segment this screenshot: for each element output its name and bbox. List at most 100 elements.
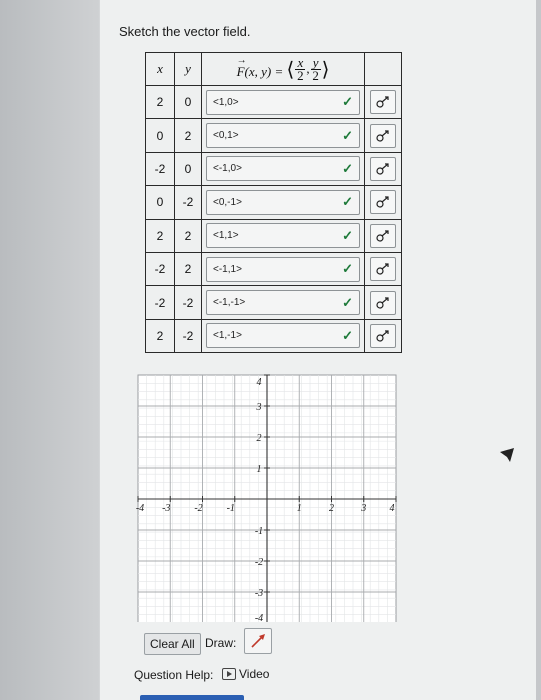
answer-value: <0,1> — [213, 130, 239, 142]
table-row: 2 -2 <1,-1> ✓ — [145, 318, 402, 354]
x-tick-label: -3 — [162, 503, 170, 514]
draw-arrow-icon — [251, 634, 265, 648]
y-tick-label: -3 — [255, 588, 263, 599]
check-icon: ✓ — [342, 327, 353, 343]
answer-input[interactable]: <-1,-1> ✓ — [206, 290, 360, 316]
sketch-icon — [376, 96, 389, 108]
answer-input[interactable]: <1,0> ✓ — [206, 89, 360, 115]
check-icon: ✓ — [342, 94, 353, 110]
video-icon — [222, 668, 236, 680]
cell-answer: <-1,1> ✓ — [201, 251, 365, 287]
sketch-icon — [376, 330, 389, 342]
x-tick-label: -4 — [136, 503, 144, 514]
mouse-cursor-icon — [500, 448, 514, 462]
check-icon: ✓ — [342, 261, 353, 277]
table-row: 2 0 <1,0> ✓ — [145, 84, 402, 120]
header-formula: → F(x, y) = ⟨ x 2 , y 2 ⟩ — [201, 52, 365, 86]
sketch-icon — [376, 230, 389, 242]
sketch-vector-button[interactable] — [370, 90, 396, 115]
cell-y: 2 — [174, 251, 202, 287]
cell-sketch — [364, 251, 402, 287]
table-row: 0 -2 <0,-1> ✓ — [145, 185, 402, 220]
cell-y: 2 — [174, 118, 202, 153]
check-icon: ✓ — [342, 194, 353, 210]
video-link[interactable]: Video — [222, 667, 269, 681]
x-tick-label: 3 — [360, 503, 366, 514]
answer-value: <1,-1> — [213, 330, 242, 342]
answer-input[interactable]: <0,1> ✓ — [206, 123, 360, 149]
x-tick-label: 4 — [390, 503, 395, 514]
sketch-icon — [376, 163, 389, 175]
cell-y: 2 — [174, 218, 202, 253]
x-tick-label: 2 — [329, 503, 334, 514]
answer-value: <-1,0> — [213, 163, 242, 175]
y-tick-label: 3 — [256, 402, 262, 413]
cell-sketch — [364, 285, 402, 320]
answer-input[interactable]: <1,-1> ✓ — [206, 323, 360, 349]
check-icon: ✓ — [342, 127, 353, 143]
sketch-icon — [376, 196, 389, 208]
answer-value: <0,-1> — [213, 196, 242, 208]
question-help-label: Question Help: — [134, 668, 214, 682]
y-tick-label: -4 — [255, 613, 263, 622]
sketch-vector-button[interactable] — [370, 156, 396, 181]
cell-x: 0 — [145, 185, 175, 220]
submit-button[interactable] — [140, 695, 244, 700]
question-prompt: Sketch the vector field. — [119, 24, 251, 39]
answer-value: <-1,1> — [213, 263, 242, 275]
answer-input[interactable]: <-1,1> ✓ — [206, 256, 360, 282]
table-row: -2 2 <-1,1> ✓ — [145, 251, 402, 287]
cell-answer: <-1,0> ✓ — [201, 151, 365, 187]
y-tick-label: 1 — [257, 464, 262, 475]
cell-x: -2 — [145, 285, 175, 320]
sketch-vector-button[interactable] — [370, 123, 396, 148]
sketch-vector-button[interactable] — [370, 190, 396, 215]
cell-x: 2 — [145, 84, 175, 120]
header-sketch — [364, 52, 402, 86]
sketch-icon — [376, 129, 389, 142]
answer-input[interactable]: <-1,0> ✓ — [206, 156, 360, 182]
cell-y: 0 — [174, 84, 202, 120]
formula-den-x: 2 — [295, 67, 306, 83]
cell-sketch — [364, 151, 402, 187]
vector-arrow-icon: → — [236, 54, 247, 66]
cell-y: -2 — [174, 185, 202, 220]
cell-y: -2 — [174, 285, 202, 320]
table-header-row: x y → F(x, y) = ⟨ x 2 , y 2 ⟩ — [145, 52, 402, 86]
cell-sketch — [364, 218, 402, 253]
sketch-icon — [376, 263, 389, 275]
cell-x: 2 — [145, 318, 175, 354]
draw-vector-tool[interactable] — [244, 628, 272, 654]
cell-answer: <1,1> ✓ — [201, 218, 365, 253]
vector-table: x y → F(x, y) = ⟨ x 2 , y 2 ⟩ 2 0 <1,0> … — [145, 52, 402, 354]
cell-answer: <-1,-1> ✓ — [201, 285, 365, 320]
table-row: -2 0 <-1,0> ✓ — [145, 151, 402, 187]
right-background — [536, 0, 541, 700]
answer-input[interactable]: <1,1> ✓ — [206, 223, 360, 249]
cell-x: -2 — [145, 251, 175, 287]
sketch-vector-button[interactable] — [370, 223, 396, 248]
table-row: 0 2 <0,1> ✓ — [145, 118, 402, 153]
formula-num-y: y — [312, 54, 319, 70]
answer-value: <1,1> — [213, 230, 239, 242]
answer-value: <1,0> — [213, 96, 239, 108]
check-icon: ✓ — [342, 160, 353, 176]
sketch-vector-button[interactable] — [370, 290, 396, 315]
y-tick-label: -2 — [255, 557, 263, 568]
answer-input[interactable]: <0,-1> ✓ — [206, 189, 360, 215]
cell-sketch — [364, 318, 402, 354]
left-background — [0, 0, 100, 700]
answer-value: <-1,-1> — [213, 297, 246, 309]
coordinate-graph[interactable]: -4 -3 -2 -1 1 2 3 4 4 3 2 1 -1 -2 -3 -4 — [134, 372, 404, 622]
cell-sketch — [364, 185, 402, 220]
cell-sketch — [364, 118, 402, 153]
draw-label: Draw: — [205, 636, 237, 650]
cell-x: 0 — [145, 118, 175, 153]
sketch-vector-button[interactable] — [370, 257, 396, 282]
cell-answer: <0,-1> ✓ — [201, 185, 365, 220]
sketch-vector-button[interactable] — [370, 323, 396, 348]
cell-answer: <0,1> ✓ — [201, 118, 365, 153]
header-y: y — [174, 52, 202, 86]
cell-sketch — [364, 84, 402, 120]
clear-all-button[interactable]: Clear All — [144, 633, 201, 655]
